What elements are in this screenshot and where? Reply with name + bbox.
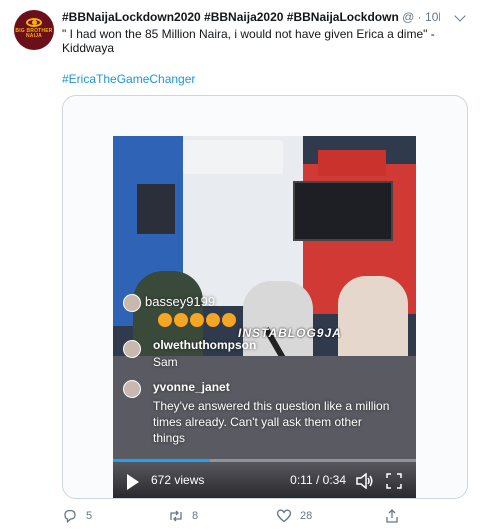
account-avatar[interactable]: BIG BROTHER NAIJA	[14, 10, 54, 50]
comment-user: yvonne_janet	[153, 380, 230, 394]
video-scene-panel	[318, 150, 386, 176]
comment-avatar	[123, 380, 141, 398]
retweet-button[interactable]: 8	[168, 508, 198, 524]
tweet-actions: 5 8 28	[62, 508, 422, 526]
volume-icon[interactable]	[356, 473, 374, 489]
comment-avatar	[123, 294, 141, 312]
tweet-header: #BBNaijaLockdown2020 #BBNaija2020 #BBNai…	[62, 10, 440, 25]
share-icon	[386, 509, 398, 523]
video-time: 0:11 / 0:34	[290, 473, 346, 487]
like-button[interactable]: 28	[276, 508, 312, 524]
retweet-icon	[170, 510, 182, 522]
comment-text: They've answered this question like a mi…	[153, 399, 390, 445]
tweet-text-line2: Kiddwaya	[62, 41, 115, 55]
play-icon[interactable]	[127, 474, 139, 490]
laughing-emoji-icon	[222, 313, 236, 327]
laughing-emoji-icon	[158, 313, 172, 327]
tweet-text: " I had won the 85 Million Naira, i woul…	[62, 27, 462, 55]
reply-icon	[64, 509, 76, 524]
comment-avatar	[123, 340, 141, 358]
video-scene-speaker	[137, 184, 175, 234]
comment-text: Sam	[153, 355, 178, 369]
fullscreen-icon[interactable]	[386, 473, 402, 489]
view-count: 672 views	[151, 473, 205, 487]
reply-count: 5	[86, 510, 93, 522]
heart-icon	[276, 509, 292, 523]
eye-logo-icon	[26, 17, 42, 27]
video-scene-tv	[293, 181, 393, 241]
hashtag-link[interactable]: #EricaTheGameChanger	[62, 72, 195, 86]
retweet-count: 8	[192, 510, 199, 522]
tweet[interactable]: BIG BROTHER NAIJA #BBNaijaLockdown2020 #…	[0, 0, 480, 530]
video-scene-ac	[183, 140, 283, 174]
comment-user: olwethuthompson	[153, 338, 257, 352]
separator: ·	[417, 10, 422, 24]
comment-user: bassey9199	[145, 294, 216, 309]
reply-button[interactable]: 5	[62, 508, 92, 524]
display-name[interactable]: #BBNaijaLockdown2020 #BBNaija2020 #BBNai…	[62, 10, 399, 24]
video-player[interactable]: INSTABLOG9JA bassey9199 olwethuthompson …	[113, 136, 416, 498]
tweet-timestamp[interactable]: 10h	[425, 10, 440, 24]
like-count: 28	[300, 510, 313, 522]
chevron-down-icon[interactable]	[454, 10, 466, 22]
progress-fill	[113, 459, 210, 462]
laughing-emoji-icon	[206, 313, 220, 327]
progress-bar[interactable]	[113, 459, 416, 462]
media-card: INSTABLOG9JA bassey9199 olwethuthompson …	[62, 95, 468, 499]
tweet-text-line1: " I had won the 85 Million Naira, i woul…	[62, 27, 435, 41]
emoji-row	[158, 313, 236, 327]
avatar-brand-text: BIG BROTHER NAIJA	[15, 27, 53, 39]
laughing-emoji-icon	[174, 313, 188, 327]
share-button[interactable]	[384, 508, 400, 524]
laughing-emoji-icon	[190, 313, 204, 327]
user-handle[interactable]: @	[402, 10, 414, 24]
